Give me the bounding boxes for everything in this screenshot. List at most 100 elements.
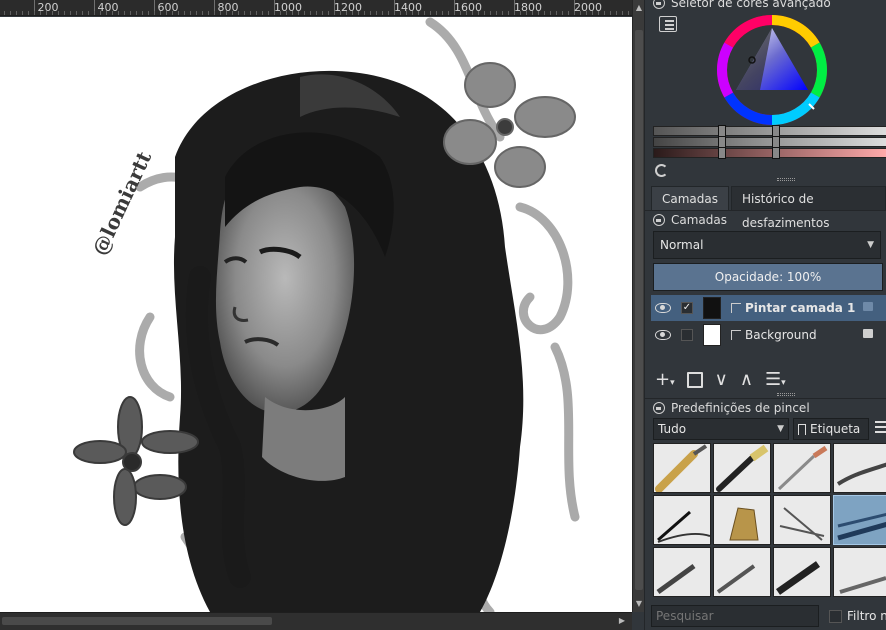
ruler-minor-tick: [334, 11, 335, 15]
tab-historico[interactable]: Histórico de desfazimentos: [731, 186, 886, 230]
ruler-minor-tick: [250, 11, 251, 15]
brush-preset-tile[interactable]: [653, 443, 711, 493]
ruler-minor-tick: [604, 11, 605, 15]
layer-checkbox[interactable]: ✓: [681, 302, 693, 314]
paint-layer-icon: [731, 303, 741, 313]
brush-preset-tile[interactable]: [713, 547, 771, 597]
ruler-minor-tick: [616, 11, 617, 15]
preset-search-row: Filtro na: [645, 603, 886, 629]
canvas-vertical-scrollbar[interactable]: ▲ ▼: [632, 0, 644, 612]
ruler-minor-tick: [550, 11, 551, 15]
tab-camadas[interactable]: Camadas: [651, 186, 729, 210]
ruler-minor-tick: [484, 11, 485, 15]
ruler-minor-tick: [316, 11, 317, 15]
slider-handle[interactable]: [718, 147, 726, 159]
visibility-eye-icon[interactable]: [655, 330, 671, 340]
horizontal-scroll-thumb[interactable]: [2, 617, 272, 625]
ruler-minor-tick: [298, 11, 299, 15]
move-layer-up-icon[interactable]: ∧: [740, 369, 753, 390]
brush-preset-tile[interactable]: [773, 547, 831, 597]
splitter-grip-icon[interactable]: [777, 393, 795, 396]
preset-search-input[interactable]: [651, 605, 819, 627]
brush-preset-tile[interactable]: [833, 547, 886, 597]
duplicate-layer-icon[interactable]: [686, 371, 703, 388]
ruler-minor-tick: [520, 11, 521, 15]
color-history-icon[interactable]: [659, 16, 677, 32]
ruler-minor-tick: [358, 11, 359, 15]
ruler-minor-tick: [34, 11, 35, 15]
slider-handle[interactable]: [772, 147, 780, 159]
lock-icon[interactable]: [653, 0, 665, 9]
ruler-minor-tick: [88, 11, 89, 15]
scroll-right-arrow-icon[interactable]: ▶: [616, 615, 628, 627]
ruler-minor-tick: [166, 11, 167, 15]
layer-row[interactable]: Background: [651, 322, 886, 348]
layer-lock-icon[interactable]: [863, 302, 873, 311]
layer-lock-icon[interactable]: [863, 329, 873, 338]
brush-preset-grid: [653, 443, 886, 601]
layer-thumbnail: [703, 324, 721, 346]
brush-preset-tile[interactable]: [713, 495, 771, 545]
brush-preset-tile[interactable]: [773, 443, 831, 493]
blend-mode-select[interactable]: Normal ▼: [653, 231, 881, 259]
ruler-minor-tick: [388, 11, 389, 15]
ruler-minor-tick: [394, 11, 395, 15]
layer-name[interactable]: Background: [745, 328, 817, 342]
ruler-minor-tick: [556, 11, 557, 15]
drawing-canvas[interactable]: @lomiartt: [0, 17, 632, 612]
visibility-eye-icon[interactable]: [655, 303, 671, 313]
canvas-horizontal-scrollbar[interactable]: ▶: [0, 612, 632, 630]
brush-preset-tile[interactable]: [713, 443, 771, 493]
brush-preset-tile[interactable]: [653, 495, 711, 545]
ruler-minor-tick: [460, 11, 461, 15]
ruler-minor-tick: [190, 11, 191, 15]
ruler-minor-tick: [424, 11, 425, 15]
ruler-minor-tick: [400, 11, 401, 15]
ruler-minor-tick: [430, 11, 431, 15]
brush-preset-tile[interactable]: [833, 495, 886, 545]
lock-icon[interactable]: [653, 214, 665, 226]
ruler-minor-tick: [352, 11, 353, 15]
color-wheel[interactable]: [716, 14, 828, 126]
color-sliders[interactable]: [653, 125, 886, 159]
filter-checkbox[interactable]: [829, 610, 842, 623]
layer-checkbox[interactable]: [681, 329, 693, 341]
paint-layer-icon: [731, 330, 741, 340]
splitter-grip-icon[interactable]: [777, 178, 795, 181]
vertical-scroll-thumb[interactable]: [635, 30, 643, 590]
ruler-minor-tick: [292, 11, 293, 15]
artwork: @lomiartt: [73, 17, 580, 612]
layers-docker: Camadas Normal ▼ Opacidade: 100% ✓ Pinta…: [645, 210, 886, 400]
menu-icon[interactable]: [875, 421, 886, 435]
chevron-down-icon: ▼: [777, 424, 784, 434]
ruler-minor-tick: [64, 11, 65, 15]
ruler-minor-tick: [448, 11, 449, 15]
ruler-minor-tick: [364, 11, 365, 15]
ruler-minor-tick: [496, 11, 497, 15]
tag-button[interactable]: Etiqueta: [793, 418, 869, 440]
move-layer-down-icon[interactable]: ∨: [715, 369, 728, 390]
ruler-minor-tick: [232, 11, 233, 15]
ruler-minor-tick: [382, 11, 383, 15]
ruler-minor-tick: [238, 11, 239, 15]
ruler-minor-tick: [22, 11, 23, 15]
brush-preset-tile[interactable]: [773, 495, 831, 545]
lock-icon[interactable]: [653, 402, 665, 414]
presets-title: Predefinições de pincel: [671, 401, 810, 415]
ruler-minor-tick: [226, 11, 227, 15]
refresh-icon[interactable]: [655, 164, 668, 177]
preset-filter-select[interactable]: Tudo ▼: [653, 418, 789, 440]
opacity-slider[interactable]: Opacidade: 100%: [653, 263, 883, 291]
chevron-down-icon: ▼: [867, 240, 874, 250]
ruler-minor-tick: [508, 11, 509, 15]
layer-row[interactable]: ✓ Pintar camada 1: [651, 295, 886, 321]
ruler-minor-tick: [148, 11, 149, 15]
brush-preset-tile[interactable]: [833, 443, 886, 493]
layer-properties-icon[interactable]: ☰▾: [765, 369, 786, 390]
ruler-minor-tick: [532, 11, 533, 15]
brush-preset-tile[interactable]: [653, 547, 711, 597]
layer-name[interactable]: Pintar camada 1: [745, 301, 855, 315]
add-layer-icon[interactable]: +▾: [655, 369, 675, 390]
artist-signature: @lomiartt: [87, 147, 156, 259]
ruler-minor-tick: [70, 11, 71, 15]
